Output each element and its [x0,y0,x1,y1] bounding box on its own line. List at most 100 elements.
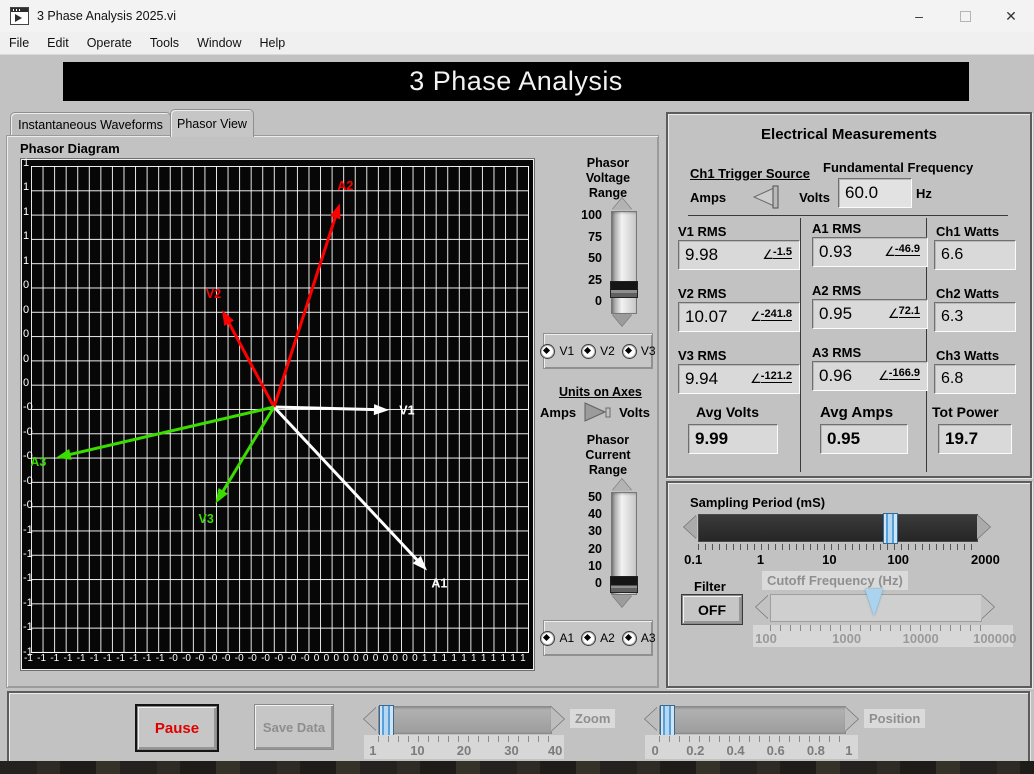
tab-phasor-view[interactable]: Phasor View [170,109,254,137]
menu-item-tools[interactable]: Tools [141,36,188,50]
position-tick-label: 0.6 [767,743,785,758]
avg-volts-label: Avg Volts [696,404,759,420]
phasor-diagram-label: Phasor Diagram [20,141,120,156]
x-tick: -0 [248,654,257,664]
radio-label-a1: A1 [559,631,574,645]
position-tick-label: 0 [652,743,659,758]
save-data-button[interactable]: Save Data [254,704,334,750]
sampling-slider-thumb[interactable] [883,513,898,544]
radio-a3[interactable]: A3 [622,631,656,646]
units-on-axes-label: Units on Axes [559,385,642,399]
position-left-arrow[interactable] [645,707,658,731]
position-tick-label: 0.8 [807,743,825,758]
sampling-tick-label: 10 [822,552,836,567]
voltage-range-slider[interactable] [611,211,637,314]
current-slider-tick: 10 [574,559,602,573]
radio-v2[interactable]: V2 [581,344,615,359]
voltage-slider-down-arrow[interactable] [612,314,632,326]
cutoff-slider-pointer[interactable] [865,589,883,616]
x-tick: 0 [412,654,418,664]
x-tick: -0 [301,654,310,664]
vector-arrowhead-a2 [330,203,340,219]
minimize-button[interactable]: – [896,0,942,32]
radio-v1[interactable]: V1 [540,344,574,359]
measurements-title: Electrical Measurements [668,126,1030,143]
a3-rms-value: 0.96∠-166.9 [812,361,928,391]
radio-a1[interactable]: A1 [540,631,574,646]
sampling-tick-label: 0.1 [684,552,702,567]
units-toggle-switch[interactable] [581,400,615,424]
hz-unit-label: Hz [916,186,932,201]
current-slider-tick: 50 [574,490,602,504]
voltage-slider-tick: 75 [574,230,602,244]
zoom-right-arrow[interactable] [551,707,564,731]
position-slider[interactable] [659,706,846,734]
radio-dot-a1 [540,631,555,646]
menu-item-edit[interactable]: Edit [38,36,78,50]
a2-rms-value: 0.95∠72.1 [812,299,928,329]
vector-arrowhead-v3 [215,488,227,504]
position-slider-thumb[interactable] [660,705,675,736]
menu-item-window[interactable]: Window [188,36,250,50]
v1-rms-value: 9.98∠-1.5 [678,240,800,270]
trigger-toggle-switch[interactable] [745,184,781,210]
tab-instantaneous-waveforms[interactable]: Instantaneous Waveforms [10,112,171,137]
radio-dot-a3 [622,631,637,646]
angle-indicator: ∠-121.2 [750,371,799,387]
banner-title: 3 Phase Analysis [63,62,969,101]
x-tick: -1 [129,654,138,664]
filter-off-button[interactable]: OFF [682,595,742,624]
a1-rms-label: A1 RMS [812,221,861,236]
radio-dot-v2 [581,344,596,359]
radio-label-v2: V2 [600,344,615,358]
avg-amps-value: 0.95 [820,424,908,454]
rms-value: 0.96 [819,366,852,386]
sampling-tick-label: 2000 [971,552,1000,567]
vector-label-v1: V1 [399,403,414,417]
sampling-left-arrow[interactable] [684,515,697,539]
y-tick: -0 [23,476,47,487]
y-tick: -1 [23,622,47,633]
fundamental-frequency-label: Fundamental Frequency [823,160,973,175]
radio-v3[interactable]: V3 [622,344,656,359]
voltage-slider-thumb[interactable] [610,281,638,298]
zoom-left-arrow[interactable] [364,707,377,731]
fundamental-frequency-value[interactable]: 60.0 [838,178,912,208]
maximize-button[interactable] [942,0,988,32]
voltage-slider-tick: 0 [574,294,602,308]
zoom-tick-label: 40 [548,743,562,758]
cutoff-frequency-slider[interactable] [770,594,982,622]
y-tick: 0 [23,329,47,340]
angle-value: -121.2 [761,370,792,383]
current-slider-up-arrow[interactable] [612,479,632,491]
close-button[interactable]: ✕ [988,0,1034,32]
phasor-plot[interactable]: V1V2V3A1A2A3 1111100000-0-0-0-0-0-1-1-1-… [21,159,534,670]
sampling-ticks [698,544,977,550]
current-slider-thumb[interactable] [610,576,638,593]
x-tick: 0 [383,654,389,664]
cutoff-left-arrow[interactable] [756,595,769,619]
current-range-slider[interactable] [611,492,637,595]
zoom-slider-thumb[interactable] [379,705,394,736]
sampling-period-slider[interactable] [698,514,978,542]
sampling-right-arrow[interactable] [977,515,990,539]
x-tick: 0 [402,654,408,664]
voltage-slider-up-arrow[interactable] [612,198,632,210]
zoom-slider[interactable] [378,706,552,734]
x-tick: -0 [222,654,231,664]
menu-item-help[interactable]: Help [251,36,295,50]
position-right-arrow[interactable] [845,707,858,731]
x-tick: 1 [491,654,497,664]
summary-value: 0.95 [827,429,860,449]
menu-item-operate[interactable]: Operate [78,36,141,50]
voltage-slider-tick: 50 [574,251,602,265]
pause-button[interactable]: Pause [137,706,217,750]
angle-indicator: ∠-241.8 [750,309,799,325]
cutoff-right-arrow[interactable] [981,595,994,619]
current-slider-down-arrow[interactable] [612,595,632,607]
x-tick: -0 [169,654,178,664]
zoom-label: Zoom [570,709,615,728]
vector-label-a1: A1 [431,577,447,591]
radio-a2[interactable]: A2 [581,631,615,646]
menu-item-file[interactable]: File [0,36,38,50]
